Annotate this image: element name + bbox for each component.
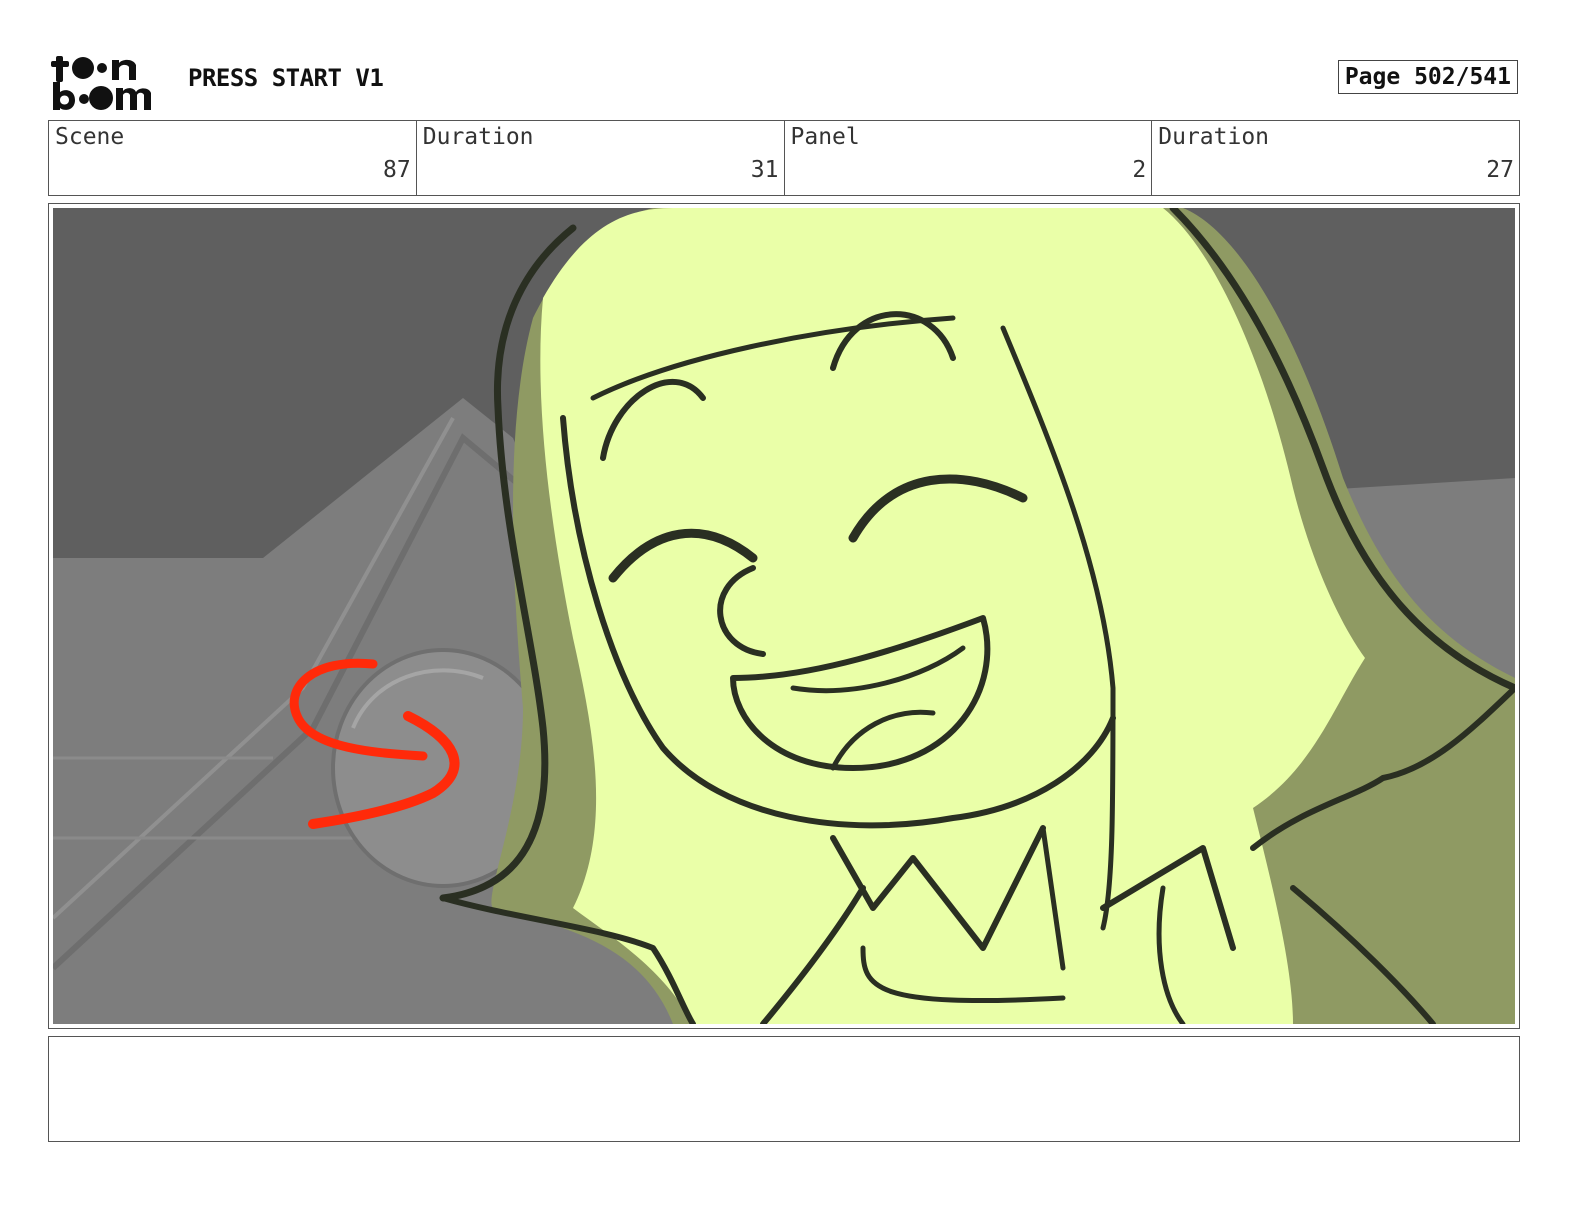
panel-duration-cell: Duration 27: [1152, 121, 1519, 195]
scene-label: Scene: [55, 124, 125, 150]
scene-duration-cell: Duration 31: [417, 121, 785, 195]
logo-text: toon boom: [50, 112, 51, 113]
scene-duration-value: 31: [750, 157, 779, 183]
panel-notes-box: [48, 1036, 1520, 1142]
character-body: [540, 208, 1365, 1024]
scene-value: 87: [383, 157, 411, 183]
scene-info-table: Scene 87 Duration 31 Panel 2 Duration 27: [48, 120, 1520, 196]
toon-boom-logo: toon boom: [50, 50, 166, 112]
scene-cell: Scene 87: [49, 121, 417, 195]
project-title: PRESS START V1: [188, 64, 384, 92]
page-indicator: Page 502/541: [1337, 60, 1518, 94]
panel-label: Panel: [790, 124, 860, 150]
panel-duration-label: Duration: [1158, 124, 1270, 150]
panel-value: 2: [1132, 157, 1147, 183]
panel-cell: Panel 2: [785, 121, 1153, 195]
storyboard-panel: [48, 203, 1520, 1029]
panel-drawing: [53, 208, 1515, 1024]
scene-duration-label: Duration: [422, 124, 534, 150]
panel-duration-value: 27: [1486, 157, 1514, 183]
